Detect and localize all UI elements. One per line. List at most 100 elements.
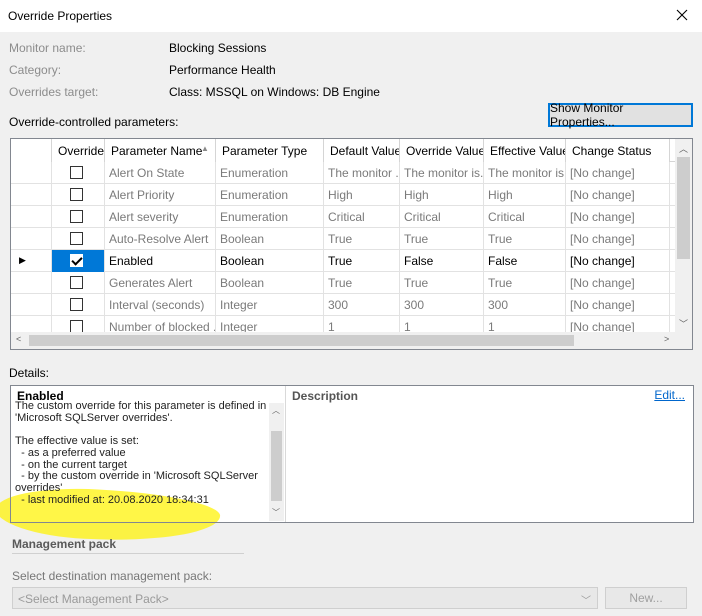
overrides-target-label: Overrides target: xyxy=(9,85,99,99)
effective-value-cell: False xyxy=(484,250,566,272)
parameter-name-cell: Auto-Resolve Alert xyxy=(105,228,216,250)
override-checkbox-cell[interactable] xyxy=(52,272,105,294)
change-status-cell: [No change] xyxy=(566,250,670,272)
grid-horizontal-scrollbar[interactable]: < > xyxy=(11,332,692,349)
row-selector[interactable] xyxy=(11,272,52,294)
override-checkbox[interactable] xyxy=(70,166,83,179)
details-line: 'Microsoft SQLServer overrides'. xyxy=(15,411,173,424)
management-pack-divider xyxy=(12,553,244,554)
scroll-down-icon[interactable]: ﹀ xyxy=(679,317,688,330)
row-selector[interactable] xyxy=(11,206,52,228)
row-header-corner xyxy=(11,139,52,162)
management-pack-select[interactable]: <Select Management Pack> ﹀ xyxy=(12,587,598,609)
change-status-cell: [No change] xyxy=(566,206,670,228)
override-checkbox-cell[interactable] xyxy=(52,294,105,316)
column-header-override[interactable]: Override xyxy=(52,139,105,162)
change-status-cell: [No change] xyxy=(566,184,670,206)
override-checkbox[interactable] xyxy=(70,232,83,245)
select-management-pack-label: Select destination management pack: xyxy=(12,569,213,583)
scroll-thumb[interactable] xyxy=(677,157,690,259)
override-checkbox-cell[interactable] xyxy=(52,206,105,228)
override-value-cell: High xyxy=(400,184,484,206)
table-row[interactable]: Generates Alert Boolean True True True [No ch… xyxy=(11,272,677,294)
edit-link[interactable]: Edit... xyxy=(654,388,685,402)
details-text: The custom override for this parameter i… xyxy=(15,401,269,515)
default-value-cell: True xyxy=(324,250,400,272)
scroll-left-icon[interactable]: < xyxy=(16,334,21,344)
table-row[interactable]: Alert severity Enumeration Critical Critica… xyxy=(11,206,677,228)
parameter-type-cell: Enumeration xyxy=(216,162,324,184)
override-checkbox[interactable] xyxy=(70,298,83,311)
details-line: The custom override for this parameter i… xyxy=(15,401,267,412)
default-value-cell: 300 xyxy=(324,294,400,316)
override-checkbox[interactable] xyxy=(70,276,83,289)
row-selector[interactable] xyxy=(11,162,52,184)
default-value-cell: High xyxy=(324,184,400,206)
override-checkbox[interactable] xyxy=(70,188,83,201)
scroll-down-icon[interactable]: ﹀ xyxy=(272,507,280,518)
scroll-thumb[interactable] xyxy=(29,335,574,346)
override-checkbox-cell[interactable] xyxy=(52,250,105,272)
details-scrollbar[interactable]: ︿ ﹀ xyxy=(269,403,284,521)
parameter-name-cell: Alert Priority xyxy=(105,184,216,206)
parameter-name-cell: Alert severity xyxy=(105,206,216,228)
parameter-name-cell: Alert On State xyxy=(105,162,216,184)
details-divider xyxy=(285,386,286,522)
parameters-grid[interactable]: Override Parameter Name ▲ Parameter Type… xyxy=(10,138,693,350)
effective-value-cell: The monitor is... xyxy=(484,162,566,184)
override-value-cell: True xyxy=(400,228,484,250)
row-selector[interactable] xyxy=(11,228,52,250)
scroll-thumb[interactable] xyxy=(271,431,282,501)
change-status-cell: [No change] xyxy=(566,228,670,250)
override-value-cell: False xyxy=(400,250,484,272)
change-status-cell: [No change] xyxy=(566,162,670,184)
overrides-target-value: Class: MSSQL on Windows: DB Engine xyxy=(169,85,380,99)
effective-value-cell: Critical xyxy=(484,206,566,228)
default-value-cell: Critical xyxy=(324,206,400,228)
grid-vertical-scrollbar[interactable]: ︿ ﹀ xyxy=(675,139,692,332)
select-value: <Select Management Pack> xyxy=(18,592,169,606)
details-line: - as a preferred value xyxy=(15,446,126,459)
monitor-name-value: Blocking Sessions xyxy=(169,41,267,55)
change-status-cell: [No change] xyxy=(566,294,670,316)
table-row[interactable]: Auto-Resolve Alert Boolean True True True [No… xyxy=(11,228,677,250)
row-selector[interactable] xyxy=(11,294,52,316)
column-header-override-value[interactable]: Override Value xyxy=(400,139,484,162)
details-line: - last modified at: 20.08.2020 18:34:31 xyxy=(15,493,209,506)
column-header-default-value[interactable]: Default Value xyxy=(324,139,400,162)
category-value: Performance Health xyxy=(169,63,276,77)
management-pack-header: Management pack xyxy=(12,537,117,551)
column-header-effective-value[interactable]: Effective Value xyxy=(484,139,566,162)
new-management-pack-button[interactable]: New... xyxy=(605,587,687,609)
override-checkbox-cell[interactable] xyxy=(52,228,105,250)
show-monitor-properties-button[interactable]: Show Monitor Properties... xyxy=(548,101,693,129)
table-row[interactable]: ▶ Enabled Boolean True False False [No change] xyxy=(11,250,677,272)
current-row-indicator-icon: ▶ xyxy=(19,255,26,265)
column-header-label: Parameter Name xyxy=(111,144,203,158)
override-checkbox-cell[interactable] xyxy=(52,162,105,184)
sort-ascending-icon: ▲ xyxy=(201,144,209,153)
override-checkbox[interactable] xyxy=(70,210,83,223)
table-row[interactable]: Alert Priority Enumeration High High High [No… xyxy=(11,184,677,206)
table-row[interactable]: Alert On State Enumeration The monitor ...… xyxy=(11,162,677,184)
scroll-up-icon[interactable]: ︿ xyxy=(272,405,280,416)
scroll-up-icon[interactable]: ︿ xyxy=(679,142,688,155)
row-selector[interactable]: ▶ xyxy=(11,250,52,272)
window-title: Override Properties xyxy=(8,9,113,23)
override-checkbox[interactable] xyxy=(70,254,83,267)
column-header-parameter-name[interactable]: Parameter Name ▲ xyxy=(105,139,216,162)
row-selector[interactable] xyxy=(11,184,52,206)
override-checkbox-cell[interactable] xyxy=(52,184,105,206)
description-header: Description xyxy=(292,389,359,403)
parameter-type-cell: Boolean xyxy=(216,272,324,294)
table-row[interactable]: Interval (seconds) Integer 300 300 300 [No ch… xyxy=(11,294,677,316)
scroll-right-icon[interactable]: > xyxy=(664,334,669,344)
column-header-change-status[interactable]: Change Status xyxy=(566,139,670,162)
effective-value-cell: 300 xyxy=(484,294,566,316)
title-bar: Override Properties xyxy=(0,0,702,32)
column-header-parameter-type[interactable]: Parameter Type xyxy=(216,139,324,162)
override-value-cell: Critical xyxy=(400,206,484,228)
change-status-cell: [No change] xyxy=(566,272,670,294)
close-button[interactable] xyxy=(668,2,696,28)
override-value-cell: The monitor is... xyxy=(400,162,484,184)
